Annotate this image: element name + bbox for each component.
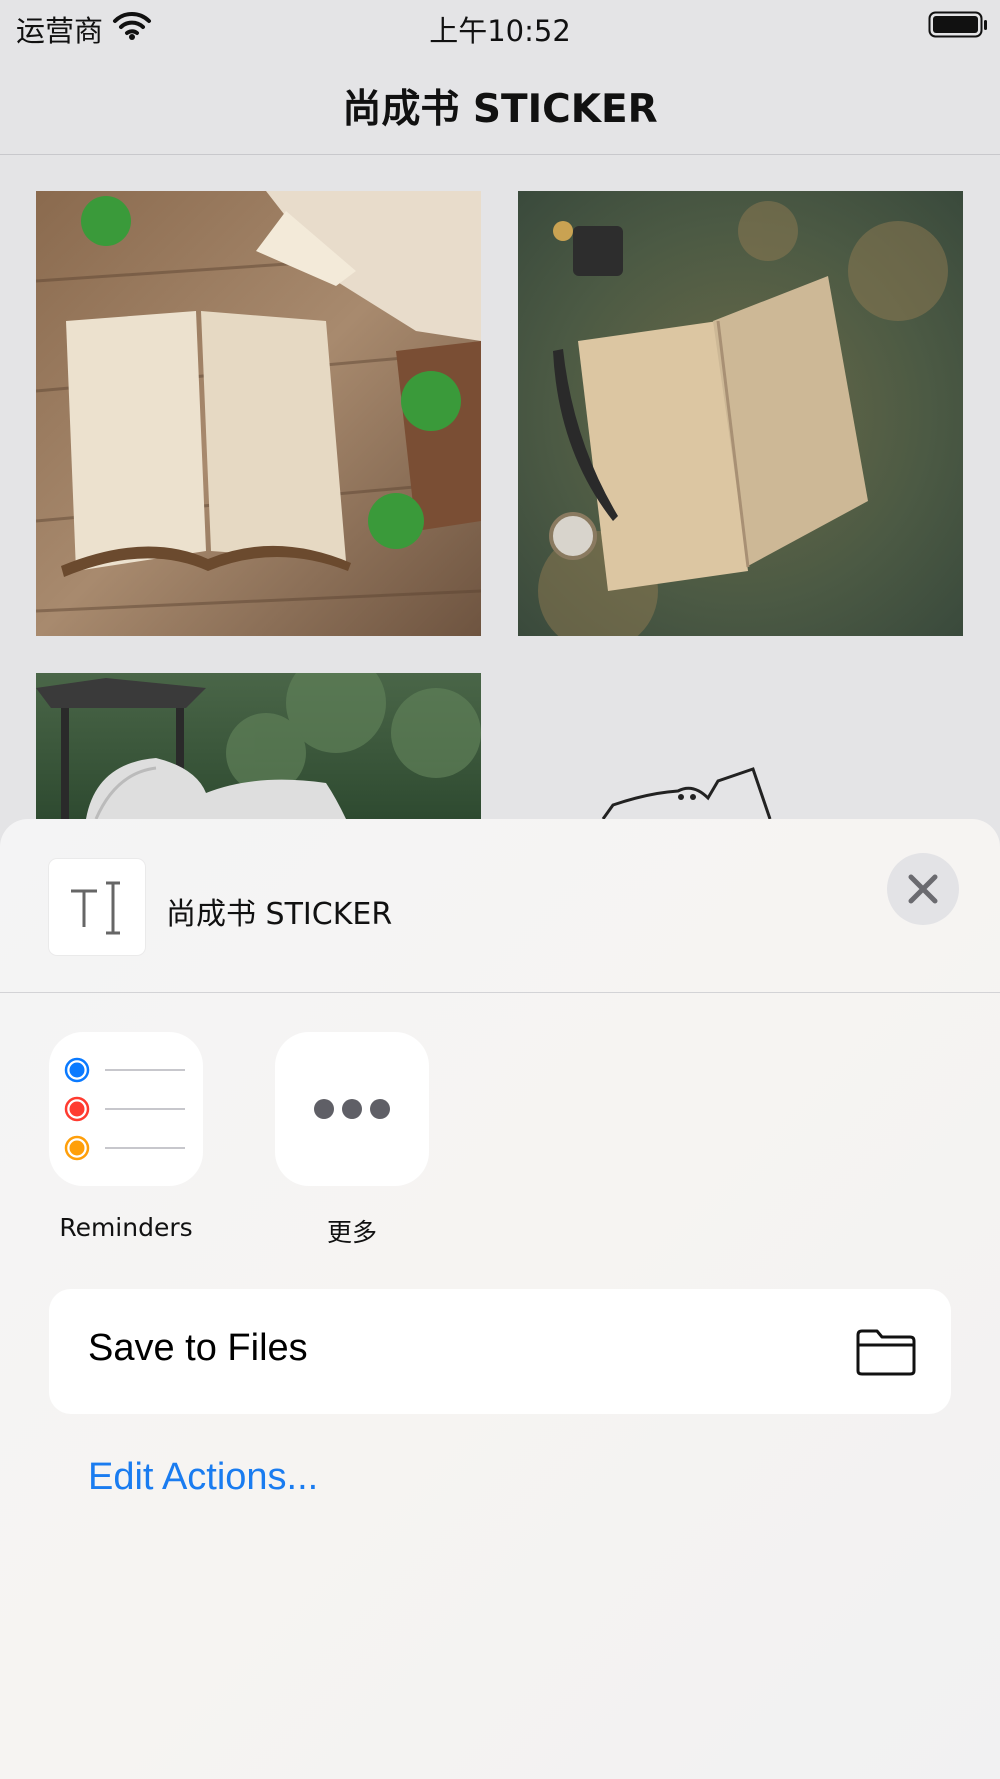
folder-icon — [855, 1327, 917, 1382]
battery-icon — [928, 11, 988, 44]
photo-sticker-drawing[interactable] — [518, 673, 963, 819]
app-reminders[interactable] — [49, 1032, 203, 1186]
photo-garden-bench[interactable] — [36, 673, 481, 819]
navigation-bar: 尚成书 STICKER — [0, 50, 1000, 155]
close-button[interactable] — [887, 853, 959, 925]
app-more-label: 更多 — [326, 1218, 377, 1247]
text-document-icon — [49, 859, 145, 955]
save-to-files-button[interactable]: Save to Files — [49, 1289, 951, 1414]
share-sheet-header: 尚成书 STICKER — [0, 819, 1000, 993]
page-title: 尚成书 STICKER — [342, 87, 658, 132]
share-item-title: 尚成书 STICKER — [166, 897, 393, 932]
share-sheet: 尚成书 STICKER Reminders 更多 Save to Files E… — [0, 819, 1000, 1779]
photo-open-book-quill[interactable] — [518, 191, 963, 636]
app-reminders-label: Reminders — [59, 1213, 193, 1242]
edit-actions-link[interactable]: Edit Actions... — [88, 1456, 318, 1499]
reminders-icon — [64, 1057, 185, 1161]
more-icon — [314, 1099, 390, 1119]
app-more[interactable] — [275, 1032, 429, 1186]
status-bar: 运营商 上午10:52 — [0, 0, 1000, 50]
status-time: 上午10:52 — [429, 14, 571, 48]
close-icon — [908, 874, 938, 904]
save-to-files-label: Save to Files — [88, 1327, 308, 1369]
photo-open-book-leaves[interactable] — [36, 191, 481, 636]
